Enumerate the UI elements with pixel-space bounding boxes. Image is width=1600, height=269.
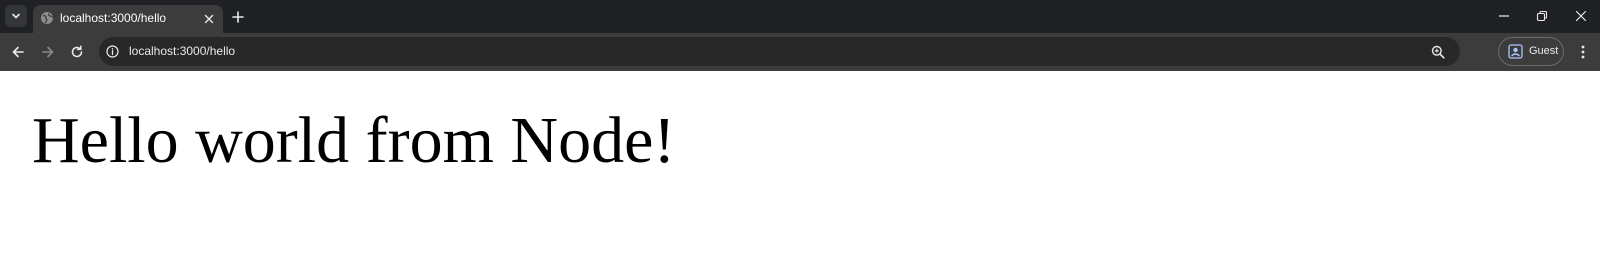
tab-close-button[interactable] — [201, 11, 217, 27]
page-heading: Hello world from Node! — [32, 104, 676, 177]
profile-label: Guest — [1529, 45, 1559, 57]
plus-icon — [232, 11, 244, 23]
tab-search-button[interactable] — [5, 5, 27, 27]
close-window-button[interactable] — [1565, 3, 1597, 29]
forward-arrow-icon — [42, 46, 54, 58]
reload-icon — [71, 45, 83, 58]
page-content: Hello world from Node! — [0, 71, 1600, 269]
minimize-icon — [1499, 15, 1509, 17]
restore-icon — [1536, 10, 1548, 22]
close-icon — [204, 14, 214, 24]
globe-icon — [41, 12, 54, 24]
restore-button[interactable] — [1526, 3, 1558, 29]
new-tab-button[interactable] — [229, 8, 247, 26]
minimize-button[interactable] — [1488, 3, 1520, 29]
tab-title: localhost:3000/hello — [60, 11, 167, 25]
site-info-button[interactable] — [105, 44, 120, 59]
info-icon — [106, 45, 119, 58]
back-button[interactable] — [7, 41, 29, 63]
tab-strip: localhost:3000/hello — [0, 0, 1600, 33]
forward-button[interactable] — [37, 41, 59, 63]
profile-icon — [1508, 44, 1523, 59]
zoom-icon — [1431, 45, 1445, 59]
profile-button[interactable]: Guest — [1498, 37, 1564, 66]
reload-button[interactable] — [66, 41, 88, 63]
browser-menu-button[interactable] — [1573, 41, 1593, 63]
back-arrow-icon — [12, 46, 24, 58]
browser-toolbar: localhost:3000/hello Guest — [0, 33, 1600, 71]
chevron-down-icon — [12, 13, 20, 19]
address-bar[interactable]: localhost:3000/hello — [99, 37, 1460, 66]
url-text[interactable]: localhost:3000/hello — [129, 44, 235, 59]
close-icon — [1575, 10, 1587, 22]
tab-active[interactable]: localhost:3000/hello — [33, 5, 223, 33]
kebab-menu-icon — [1581, 45, 1585, 59]
zoom-button[interactable] — [1430, 44, 1446, 60]
